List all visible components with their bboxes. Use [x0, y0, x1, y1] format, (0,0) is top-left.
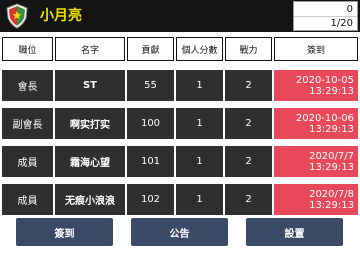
checkin-clock: 13:29:13: [309, 161, 354, 173]
checkin-date: 2020-10-06: [295, 112, 354, 124]
member-score: 1: [176, 70, 223, 101]
table-row[interactable]: 成員 无痕小浪浪 102 1 2 2020/7/8 13:29:13: [0, 184, 360, 215]
member-position: 會長: [2, 70, 53, 101]
column-header-score: 個人分數: [176, 37, 223, 61]
table-header: 職位 名字 貢獻 個人分數 戰力 簽到: [0, 37, 360, 61]
member-name: 霜海心望: [55, 146, 125, 177]
member-power: 2: [225, 108, 272, 139]
counter-divider: [294, 16, 357, 17]
bottom-toolbar: 簽到 公告 設置: [0, 215, 360, 253]
checkin-time: 2020-10-06 13:29:13: [274, 108, 358, 139]
checkin-time: 2020/7/8 13:29:13: [274, 184, 358, 215]
announcement-button[interactable]: 公告: [131, 218, 228, 246]
member-contribution: 102: [127, 184, 174, 215]
checkin-time: 2020/7/7 13:29:13: [274, 146, 358, 177]
checkin-clock: 13:29:13: [309, 123, 354, 135]
member-score: 1: [176, 108, 223, 139]
guild-name: 小月亮: [40, 8, 82, 24]
member-count: 1/20: [330, 18, 353, 29]
member-power: 2: [225, 184, 272, 215]
column-header-position: 職位: [2, 37, 53, 61]
member-name: 啊实打实: [55, 108, 125, 139]
member-name: ST: [55, 70, 125, 101]
checkin-date: 2020/7/8: [309, 188, 354, 200]
table-row[interactable]: 副會長 啊实打实 100 1 2 2020-10-06 13:29:13: [0, 108, 360, 139]
member-contribution: 55: [127, 70, 174, 101]
checkin-button[interactable]: 簽到: [16, 218, 113, 246]
member-score: 1: [176, 184, 223, 215]
table-row[interactable]: 會長 ST 55 1 2 2020-10-05 13:29:13: [0, 70, 360, 101]
table-row[interactable]: 成員 霜海心望 101 1 2 2020/7/7 13:29:13: [0, 146, 360, 177]
member-power: 2: [225, 146, 272, 177]
column-header-contribution: 貢獻: [127, 37, 174, 61]
guild-shield-icon: [6, 3, 28, 29]
counter-box: 0 1/20: [293, 1, 358, 31]
member-position: 成員: [2, 146, 53, 177]
member-name: 无痕小浪浪: [55, 184, 125, 215]
member-score: 1: [176, 146, 223, 177]
member-position: 副會長: [2, 108, 53, 139]
top-bar: 小月亮 0 1/20: [0, 0, 360, 32]
member-position: 成員: [2, 184, 53, 215]
member-list[interactable]: 會長 ST 55 1 2 2020-10-05 13:29:13 副會長 啊实打…: [0, 62, 360, 215]
checkin-time: 2020-10-05 13:29:13: [274, 70, 358, 101]
column-header-checkin: 簽到: [274, 37, 358, 61]
checkin-date: 2020-10-05: [295, 74, 354, 86]
column-header-name: 名字: [55, 37, 125, 61]
checkin-clock: 13:29:13: [309, 199, 354, 211]
member-power: 2: [225, 70, 272, 101]
member-contribution: 101: [127, 146, 174, 177]
checkin-date: 2020/7/7: [309, 150, 354, 162]
counter-value: 0: [346, 4, 353, 15]
member-contribution: 100: [127, 108, 174, 139]
checkin-clock: 13:29:13: [309, 85, 354, 97]
settings-button[interactable]: 設置: [246, 218, 343, 246]
column-header-power: 戰力: [225, 37, 272, 61]
